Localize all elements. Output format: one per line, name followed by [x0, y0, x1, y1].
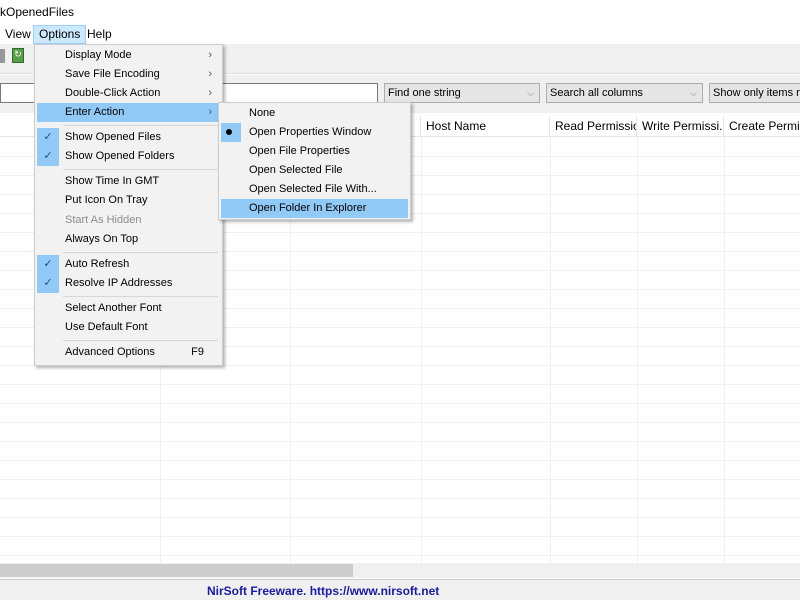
menu-item-label: Double-Click Action: [65, 87, 161, 99]
menu-item-resolve-ip-addresses[interactable]: ✓ Resolve IP Addresses: [37, 274, 220, 293]
toolbar-button-icon[interactable]: [0, 49, 5, 63]
row-divider: [0, 498, 800, 499]
column-header-host-name[interactable]: Host Name: [421, 116, 550, 137]
submenu-item-open-selected-file[interactable]: Open Selected File: [221, 161, 408, 180]
submenu-item-none[interactable]: None: [221, 104, 408, 123]
menu-item-label: Advanced Options: [65, 346, 155, 358]
row-divider: [0, 403, 800, 404]
enter-action-submenu: None Open Properties Window Open File Prop…: [218, 102, 411, 220]
menu-item-always-on-top[interactable]: Always On Top: [37, 230, 220, 249]
menu-help[interactable]: Help: [82, 25, 117, 44]
menu-item-label: Use Default Font: [65, 321, 148, 333]
scrollbar-thumb[interactable]: [0, 564, 353, 577]
menu-item-display-mode[interactable]: Display Mode ›: [37, 46, 220, 65]
menu-item-label: None: [249, 107, 276, 119]
column-mode-value: Search all columns: [550, 87, 643, 99]
chevron-down-icon: ⌵: [527, 88, 534, 98]
menu-item-label: Start As Hidden: [65, 214, 142, 226]
menu-item-advanced-options[interactable]: Advanced Options F9: [37, 343, 220, 362]
submenu-item-open-selected-file-with-[interactable]: Open Selected File With...: [221, 180, 408, 199]
chevron-right-icon: ›: [208, 106, 212, 118]
menu-item-show-opened-files[interactable]: ✓ Show Opened Files: [37, 128, 220, 147]
submenu-item-open-file-properties[interactable]: Open File Properties: [221, 142, 408, 161]
menu-item-label: Open Selected File: [249, 164, 343, 176]
menu-item-show-time-in-gmt[interactable]: Show Time In GMT: [37, 172, 220, 191]
menu-separator: [63, 296, 218, 297]
column-header-write-permission[interactable]: Write Permissi...: [637, 116, 724, 137]
menu-separator: [63, 169, 218, 170]
chevron-right-icon: ›: [208, 68, 212, 80]
row-divider: [0, 555, 800, 556]
column-divider: [637, 137, 638, 563]
menu-item-label: Open File Properties: [249, 145, 350, 157]
options-menu: Display Mode › Save File Encoding › Double-C…: [34, 44, 223, 366]
menu-view[interactable]: View: [0, 25, 36, 44]
checkmark-icon: ✓: [37, 274, 59, 293]
menu-item-label: Enter Action: [65, 106, 125, 118]
menu-item-select-another-font[interactable]: Select Another Font: [37, 299, 220, 318]
menu-item-label: Open Properties Window: [249, 126, 372, 138]
menu-item-save-file-encoding[interactable]: Save File Encoding ›: [37, 65, 220, 84]
show-mode-value: Show only items matc: [713, 87, 800, 99]
menu-item-label: Open Selected File With...: [249, 183, 377, 195]
menu-bar: View Options Help: [0, 25, 800, 44]
title-bar: kOpenedFiles: [0, 0, 800, 24]
row-divider: [0, 479, 800, 480]
row-divider: [0, 536, 800, 537]
menu-item-label: Select Another Font: [65, 302, 162, 314]
menu-item-label: Save File Encoding: [65, 68, 160, 80]
chevron-down-icon: ⌵: [690, 88, 697, 98]
row-divider: [0, 517, 800, 518]
column-divider: [421, 137, 422, 563]
menu-item-label: Display Mode: [65, 49, 132, 61]
menu-item-use-default-font[interactable]: Use Default Font: [37, 318, 220, 337]
row-divider: [0, 441, 800, 442]
radio-selected-icon: [221, 123, 241, 142]
menu-item-label: Resolve IP Addresses: [65, 277, 173, 289]
menu-item-show-opened-folders[interactable]: ✓ Show Opened Folders: [37, 147, 220, 166]
find-mode-value: Find one string: [388, 87, 461, 99]
menu-separator: [63, 340, 218, 341]
checkmark-icon: ✓: [37, 255, 59, 274]
refresh-icon[interactable]: ↻: [12, 48, 24, 63]
chevron-right-icon: ›: [208, 49, 212, 61]
menu-separator: [63, 252, 218, 253]
menu-item-label: Always On Top: [65, 233, 139, 245]
submenu-item-open-folder-in-explorer[interactable]: Open Folder In Explorer: [221, 199, 408, 218]
row-divider: [0, 460, 800, 461]
horizontal-scrollbar[interactable]: [0, 563, 800, 578]
menu-item-label: Put Icon On Tray: [65, 194, 148, 206]
find-mode-select[interactable]: Find one string ⌵: [384, 83, 540, 103]
menu-item-put-icon-on-tray[interactable]: Put Icon On Tray: [37, 191, 220, 210]
menu-item-label: Auto Refresh: [65, 258, 130, 270]
checkmark-icon: ✓: [37, 147, 59, 166]
window-title: kOpenedFiles: [0, 5, 75, 19]
status-link[interactable]: NirSoft Freeware. https://www.nirsoft.ne…: [207, 584, 439, 598]
menu-shortcut: F9: [191, 346, 204, 358]
menu-item-auto-refresh[interactable]: ✓ Auto Refresh: [37, 255, 220, 274]
menu-item-enter-action[interactable]: Enter Action ›: [37, 103, 220, 122]
status-bar: NirSoft Freeware. https://www.nirsoft.ne…: [0, 579, 800, 600]
menu-separator: [63, 125, 218, 126]
column-header-create-permission[interactable]: Create Permiss...: [724, 116, 800, 137]
column-divider: [550, 137, 551, 563]
show-mode-select[interactable]: Show only items matc: [709, 83, 800, 103]
menu-item-start-as-hidden: Start As Hidden: [37, 211, 220, 230]
row-divider: [0, 422, 800, 423]
submenu-item-open-properties-window[interactable]: Open Properties Window: [221, 123, 408, 142]
menu-options[interactable]: Options: [33, 25, 87, 44]
column-divider: [724, 137, 725, 563]
menu-item-label: Show Opened Files: [65, 131, 161, 143]
checkmark-icon: ✓: [37, 128, 59, 147]
menu-item-label: Open Folder In Explorer: [249, 202, 367, 214]
column-mode-select[interactable]: Search all columns ⌵: [546, 83, 703, 103]
menu-item-label: Show Time In GMT: [65, 175, 160, 187]
chevron-right-icon: ›: [208, 87, 212, 99]
menu-item-label: Show Opened Folders: [65, 150, 175, 162]
row-divider: [0, 384, 800, 385]
column-header-read-permission[interactable]: Read Permission: [550, 116, 637, 137]
menu-item-double-click-action[interactable]: Double-Click Action ›: [37, 84, 220, 103]
